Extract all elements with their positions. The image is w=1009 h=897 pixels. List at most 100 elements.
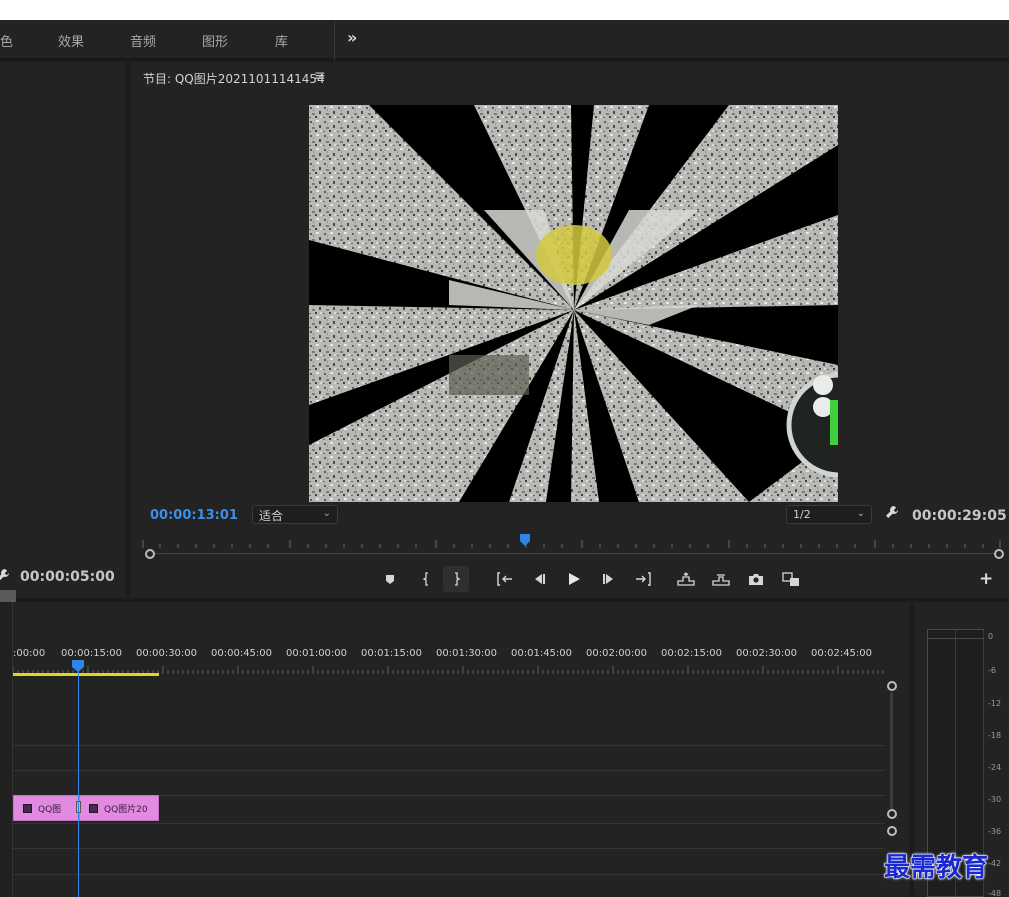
comparison-view-icon: [782, 571, 799, 586]
lift-icon: [677, 572, 695, 586]
clip-label: QQ图: [38, 804, 62, 815]
play-icon: [569, 573, 580, 585]
track-divider: [13, 770, 885, 771]
timeline-clip[interactable]: QQ图: [13, 795, 79, 821]
lift-button[interactable]: [673, 566, 699, 592]
step-back-button[interactable]: [526, 566, 552, 592]
camera-icon: [749, 573, 763, 585]
clip-label: QQ图片20: [104, 804, 148, 815]
ruler-label: 00:02:45:00: [811, 648, 873, 659]
fx-badge-icon: [89, 803, 98, 813]
ruler-label: 00:02:15:00: [661, 648, 723, 659]
track-headers: [0, 602, 13, 897]
export-frame-button[interactable]: [743, 566, 769, 592]
mark-out-button[interactable]: [443, 566, 469, 592]
track-divider: [13, 823, 885, 824]
track-divider: [13, 874, 885, 875]
meter-scale-label: -24: [988, 763, 1002, 772]
go-to-out-button[interactable]: [630, 566, 656, 592]
program-add-button[interactable]: +: [979, 569, 993, 589]
tab-audio[interactable]: 音频: [130, 31, 156, 50]
source-monitor-panel: 00:00:05:00 +: [0, 62, 126, 649]
panel-menu-icon[interactable]: ≡: [314, 68, 326, 84]
peak-indicator[interactable]: [956, 630, 984, 639]
program-zoom-scrollbar[interactable]: [150, 553, 998, 554]
top-strip: [0, 0, 1009, 20]
resolution-value: 1/2: [793, 508, 811, 521]
watermark-logo: 最需教育: [883, 853, 989, 884]
chevron-down-icon: ⌄: [322, 508, 331, 519]
comparison-view-button[interactable]: [778, 566, 804, 592]
settings-wrench-icon[interactable]: [885, 505, 899, 523]
ruler-label: 00:01:45:00: [511, 648, 573, 659]
source-timecode[interactable]: 00:00:05:00: [20, 569, 115, 585]
scrollbar-right-handle[interactable]: [994, 549, 1004, 559]
extract-button[interactable]: [708, 566, 734, 592]
meter-scale-label: -42: [988, 859, 1002, 868]
track-divider: [13, 848, 885, 849]
vscroll-top-handle[interactable]: [887, 681, 897, 691]
wrench-icon[interactable]: [0, 568, 10, 586]
ruler-label: 00:02:00:00: [586, 648, 648, 659]
vscroll2-top-handle[interactable]: [887, 826, 897, 836]
mark-in-icon: [422, 572, 428, 586]
work-area-bar[interactable]: [13, 673, 159, 676]
ruler-label: 00:00:45:00: [211, 648, 273, 659]
video-preview: [309, 105, 838, 502]
fx-badge-icon: [23, 803, 32, 813]
meter-scale-label: -36: [988, 827, 1002, 836]
timeline-panel: :00:00 00:00:15:00 00:00:30:00 00:00:45:…: [0, 602, 910, 897]
step-back-icon: [535, 574, 545, 584]
ruler-label: 00:00:30:00: [136, 648, 198, 659]
meter-scale-label: 0: [988, 632, 994, 641]
step-forward-button[interactable]: [596, 566, 622, 592]
go-to-out-icon: [636, 572, 651, 586]
tab-color[interactable]: 色: [0, 31, 13, 50]
workspace-tabs-bar: 色 效果 音频 图形 库 »: [0, 20, 1009, 60]
meter-scale-label: -30: [988, 795, 1002, 804]
zoom-level-select[interactable]: 适合 ⌄: [252, 505, 338, 524]
meter-scale-label: -6: [988, 666, 996, 675]
timeline-clip[interactable]: QQ图片20: [79, 795, 159, 821]
meter-scale-label: -48: [988, 889, 1002, 897]
chevron-down-icon: ⌄: [856, 508, 865, 519]
tabs-divider: [334, 20, 335, 60]
ruler-label: 00:00:15:00: [61, 648, 123, 659]
premiere-window: 色 效果 音频 图形 库 » 00:00:05:00 + 节目: QQ图片202…: [0, 0, 1009, 897]
extract-icon: [712, 574, 730, 586]
add-marker-button[interactable]: [377, 566, 403, 592]
play-button[interactable]: [561, 566, 587, 592]
ruler-label: 00:01:00:00: [286, 648, 348, 659]
add-marker-icon: [386, 574, 394, 584]
playhead-line: [78, 670, 79, 897]
vscroll-bottom-handle[interactable]: [887, 809, 897, 819]
timeline-ruler-labels: :00:00 00:00:15:00 00:00:30:00 00:00:45:…: [13, 648, 883, 662]
program-monitor-title[interactable]: 节目: QQ图片20211011141454: [143, 70, 325, 87]
peak-indicator[interactable]: [928, 630, 956, 639]
zoom-level-value: 适合: [259, 509, 284, 523]
step-forward-icon: [603, 574, 613, 584]
mark-in-button[interactable]: [414, 566, 440, 592]
sequence-duration: 00:00:29:05: [912, 508, 1007, 524]
tab-libraries[interactable]: 库: [275, 31, 288, 50]
meter-scale-label: -12: [988, 699, 1002, 708]
timeline-vertical-scrollbar[interactable]: [890, 692, 893, 810]
scrollbar-left-handle[interactable]: [145, 549, 155, 559]
ruler-label: :00:00: [13, 648, 46, 659]
more-workspaces-button[interactable]: »: [347, 28, 357, 47]
ruler-label: 00:02:30:00: [736, 648, 798, 659]
playback-resolution-select[interactable]: 1/2 ⌄: [786, 505, 872, 524]
radial-wipe-frame: [309, 105, 838, 502]
go-to-in-button[interactable]: [492, 566, 518, 592]
current-timecode[interactable]: 00:00:13:01: [150, 508, 238, 523]
tab-effects[interactable]: 效果: [58, 31, 84, 50]
program-time-ruler[interactable]: [142, 534, 1002, 550]
track-divider: [13, 745, 885, 746]
program-playhead[interactable]: [520, 534, 530, 546]
mark-out-icon: [455, 572, 461, 586]
tab-graphics[interactable]: 图形: [202, 31, 228, 50]
ruler-label: 00:01:30:00: [436, 648, 498, 659]
program-monitor-panel: 节目: QQ图片20211011141454 ≡ 00:00:13:01 适合 …: [130, 62, 1009, 598]
meter-scale-label: -18: [988, 731, 1002, 740]
ruler-label: 00:01:15:00: [361, 648, 423, 659]
